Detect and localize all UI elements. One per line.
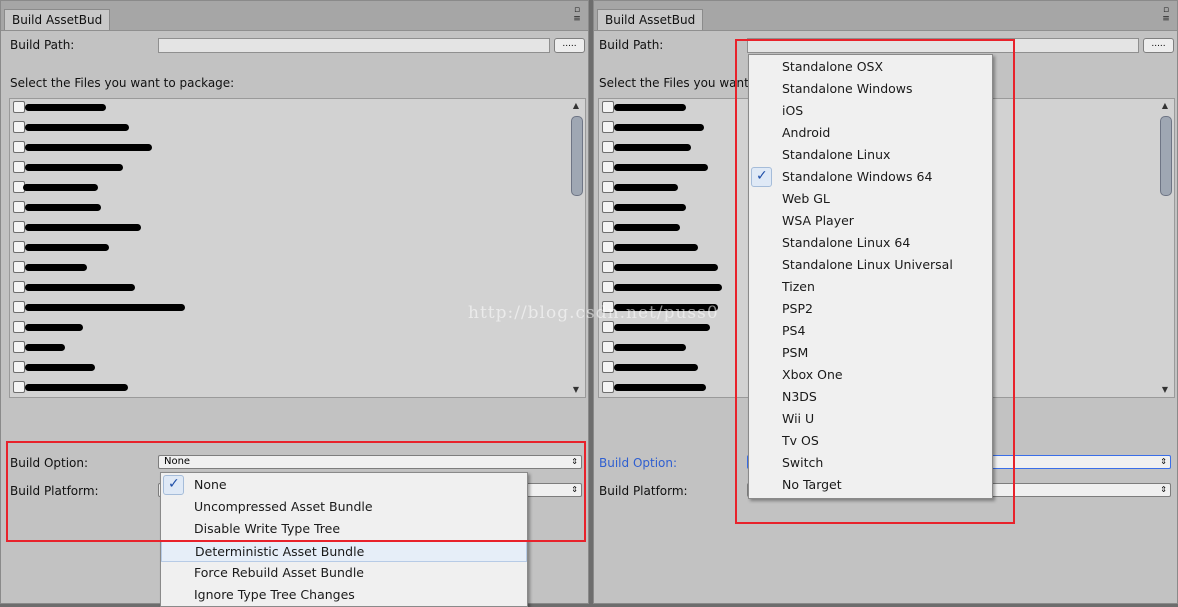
menu-item-label: Force Rebuild Asset Bundle — [194, 565, 364, 580]
file-checkbox[interactable] — [602, 121, 614, 133]
file-checkbox[interactable] — [13, 101, 25, 113]
build-path-label: Build Path: — [599, 38, 664, 52]
file-checkbox[interactable] — [13, 141, 25, 153]
redacted-filename — [614, 164, 708, 171]
asset-bundle-window-left: Build AssetBud ▫ ≡ Build Path: ..... Sel… — [0, 0, 589, 607]
menu-item-label: Deterministic Asset Bundle — [195, 544, 365, 559]
file-checkbox[interactable] — [13, 341, 25, 353]
redacted-filename — [614, 264, 718, 271]
redacted-filename — [614, 104, 686, 111]
file-checkbox[interactable] — [13, 381, 25, 393]
file-checkbox[interactable] — [602, 101, 614, 113]
build-path-label: Build Path: — [10, 38, 75, 52]
file-checkbox[interactable] — [13, 361, 25, 373]
window-controls[interactable]: ▫ ≡ — [570, 6, 584, 24]
dropdown-arrow-icon: ⇕ — [1160, 485, 1167, 494]
browse-button[interactable]: ..... — [554, 38, 585, 53]
redacted-filename — [614, 344, 686, 351]
tab-bar: Build AssetBud ▫ ≡ — [594, 1, 1177, 31]
build-platform-label: Build Platform: — [599, 484, 688, 498]
menu-item-ignore-type-tree[interactable]: Ignore Type Tree Changes — [161, 584, 527, 606]
file-checkbox[interactable] — [13, 261, 25, 273]
redacted-filename — [25, 224, 141, 231]
menu-item-deterministic[interactable]: Deterministic Asset Bundle — [161, 540, 527, 562]
file-checkbox[interactable] — [13, 321, 25, 333]
select-files-label: Select the Files you want to package: — [10, 76, 235, 90]
file-checkbox[interactable] — [602, 141, 614, 153]
redacted-filename — [614, 144, 691, 151]
scroll-down-icon[interactable]: ▼ — [1158, 384, 1172, 396]
annotation-red-box-left — [6, 441, 586, 542]
file-checkbox[interactable] — [13, 161, 25, 173]
asset-bundle-window-right: Build AssetBud ▫ ≡ Build Path: ..... Sel… — [593, 0, 1178, 604]
build-path-input[interactable] — [158, 38, 550, 53]
redacted-filename — [25, 304, 185, 311]
redacted-filename — [25, 244, 109, 251]
file-checkbox[interactable] — [13, 281, 25, 293]
redacted-filename — [614, 384, 706, 391]
scroll-up-icon[interactable]: ▲ — [569, 100, 583, 112]
scroll-down-icon[interactable]: ▼ — [569, 384, 583, 396]
file-list[interactable]: ▲ ▼ — [9, 98, 586, 398]
file-checkbox[interactable] — [13, 121, 25, 133]
redacted-filename — [25, 264, 87, 271]
redacted-filename — [614, 224, 680, 231]
redacted-filename — [614, 364, 698, 371]
file-checkbox[interactable] — [13, 241, 25, 253]
redacted-filename — [25, 204, 101, 211]
redacted-filename — [614, 124, 704, 131]
file-checkbox[interactable] — [13, 301, 25, 313]
menu-item-label: Ignore Type Tree Changes — [194, 587, 355, 602]
redacted-filename — [25, 384, 128, 391]
redacted-filename — [614, 284, 722, 291]
scroll-up-icon[interactable]: ▲ — [1158, 100, 1172, 112]
redacted-filename — [25, 324, 83, 331]
redacted-filename — [25, 104, 106, 111]
redacted-filename — [614, 244, 698, 251]
window-controls[interactable]: ▫ ≡ — [1159, 6, 1173, 24]
redacted-filename — [614, 184, 678, 191]
redacted-filename — [25, 144, 152, 151]
file-checkbox[interactable] — [602, 241, 614, 253]
file-checkbox[interactable] — [602, 381, 614, 393]
tab-bar: Build AssetBud ▫ ≡ — [1, 1, 588, 31]
redacted-filename — [614, 324, 710, 331]
file-checkbox[interactable] — [602, 341, 614, 353]
annotation-red-box-right — [735, 39, 1015, 524]
redacted-filename — [25, 124, 129, 131]
redacted-filename — [614, 204, 686, 211]
file-checkbox[interactable] — [602, 161, 614, 173]
browse-button[interactable]: ..... — [1143, 38, 1174, 53]
dropdown-arrow-icon: ⇕ — [1160, 457, 1167, 466]
file-checkbox[interactable] — [13, 221, 25, 233]
scroll-thumb[interactable] — [571, 116, 583, 196]
file-checkbox[interactable] — [13, 201, 25, 213]
window-tab[interactable]: Build AssetBud — [597, 9, 704, 30]
file-checkbox[interactable] — [602, 281, 614, 293]
menu-icon[interactable]: ≡ — [1159, 15, 1173, 24]
redacted-filename — [25, 284, 135, 291]
file-checkbox[interactable] — [602, 361, 614, 373]
build-option-label: Build Option: — [599, 456, 678, 470]
file-checkbox[interactable] — [602, 201, 614, 213]
list-scrollbar[interactable]: ▲ ▼ — [569, 100, 583, 396]
watermark: http://blog.csdn.net/puss0 — [468, 303, 719, 323]
menu-icon[interactable]: ≡ — [570, 15, 584, 24]
file-checkbox[interactable] — [602, 261, 614, 273]
file-checkbox[interactable] — [602, 181, 614, 193]
redacted-filename — [25, 364, 95, 371]
window-tab[interactable]: Build AssetBud — [4, 9, 111, 30]
redacted-filename — [23, 184, 98, 191]
redacted-filename — [25, 164, 123, 171]
scroll-thumb[interactable] — [1160, 116, 1172, 196]
list-scrollbar[interactable]: ▲ ▼ — [1158, 100, 1172, 396]
select-files-label: Select the Files you want t — [599, 76, 758, 90]
redacted-filename — [25, 344, 65, 351]
file-checkbox[interactable] — [602, 221, 614, 233]
menu-item-force-rebuild[interactable]: Force Rebuild Asset Bundle — [161, 562, 527, 584]
